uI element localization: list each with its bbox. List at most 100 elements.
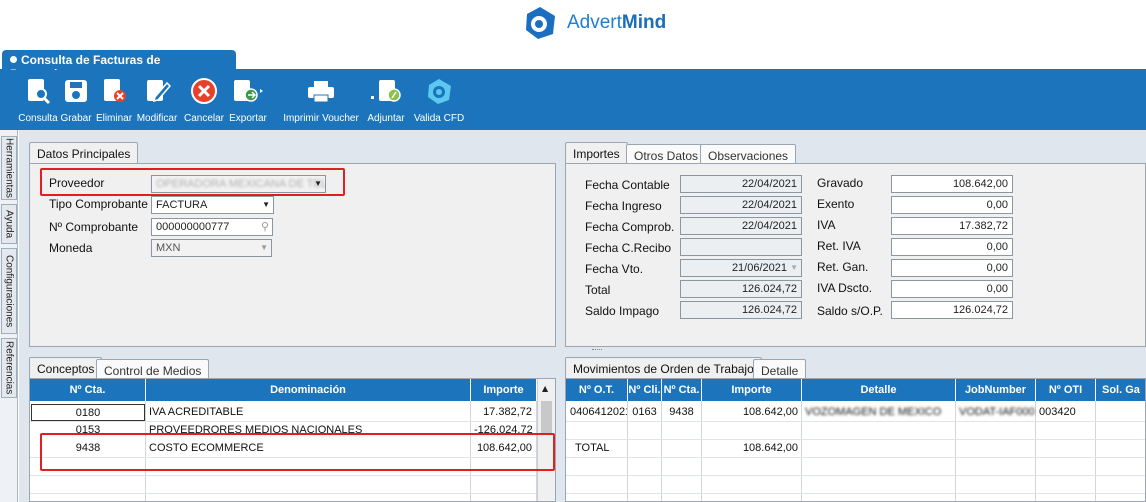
table-cell-imp[interactable]: 17.382,72 <box>471 404 535 421</box>
saldo-op-field[interactable]: 126.024,72 <box>891 301 1013 319</box>
col-header-denominacion[interactable]: Denominación <box>146 379 471 401</box>
moneda-select[interactable]: MXN ▼ <box>151 239 272 257</box>
table-cell-cta[interactable]: 0180 <box>31 404 145 421</box>
edit-icon <box>143 76 171 106</box>
fecha-comprob-label: Fecha Comprob. <box>585 220 675 234</box>
tipo-comprobante-label: Tipo Comprobante <box>49 197 148 211</box>
splitter-handle[interactable] <box>592 349 602 351</box>
gravado-label: Gravado <box>817 176 864 190</box>
total-label: Total <box>585 283 611 297</box>
modificar-button[interactable]: Modificar <box>134 76 180 128</box>
iva-field[interactable]: 17.382,72 <box>891 217 1013 235</box>
table-cell-importe[interactable]: 108.642,00 <box>702 404 801 421</box>
col-header-cta[interactable]: Nº Cta. <box>30 379 146 401</box>
exento-label: Exento <box>817 197 855 211</box>
iva-dscto-label: IVA Dscto. <box>817 281 873 295</box>
chevron-down-icon: ▼ <box>262 200 270 209</box>
table-cell-cli[interactable]: 0163 <box>628 404 661 421</box>
export-icon <box>231 76 265 106</box>
consulta-icon <box>24 76 52 106</box>
fecha-comprob-field[interactable]: 22/04/2021 <box>680 217 802 235</box>
ret-gan-field[interactable]: 0,00 <box>891 259 1013 277</box>
advertmind-logo-icon <box>523 6 557 40</box>
table-cell-ot[interactable]: 0406412021 <box>567 404 627 421</box>
scrollbar-thumb[interactable] <box>541 401 552 433</box>
table-cell-sol[interactable] <box>1096 404 1145 421</box>
saldo-impago-label: Saldo Impago <box>585 304 660 318</box>
iva-label: IVA <box>817 218 836 232</box>
numero-comprobante-input[interactable]: 000000000777 ⚲ <box>151 218 273 236</box>
side-tab-herramientas[interactable]: Herramientas <box>1 136 17 200</box>
side-tab-ayuda[interactable]: Ayuda <box>1 204 17 244</box>
col-header-importe[interactable]: Importe <box>471 379 537 401</box>
col-header-detalle[interactable]: Detalle <box>802 379 956 401</box>
tipo-comprobante-select[interactable]: FACTURA ▼ <box>151 196 274 214</box>
tab-observaciones[interactable]: Observaciones <box>700 144 797 164</box>
table-cell-den[interactable]: IVA ACREDITABLE <box>146 404 466 421</box>
fecha-ingreso-field[interactable]: 22/04/2021 <box>680 196 802 214</box>
delete-doc-icon <box>100 76 128 106</box>
highlight-proveedor <box>40 168 345 196</box>
scroll-up-icon[interactable]: ▲ <box>542 384 548 393</box>
table-cell-cta[interactable]: 9438 <box>662 404 701 421</box>
tab-dot-icon <box>10 56 17 63</box>
table-cell-detalle[interactable]: VOZOMAGEN DE MEXICO <box>802 404 955 421</box>
total-field[interactable]: 126.024,72 <box>680 280 802 298</box>
numero-comprobante-label: Nº Comprobante <box>49 220 139 234</box>
tab-detalle[interactable]: Detalle <box>753 359 807 379</box>
search-icon: ⚲ <box>260 221 269 233</box>
grabar-button[interactable]: Grabar <box>58 76 94 128</box>
tab-movimientos-ot[interactable]: Movimientos de Orden de Trabajo <box>565 357 762 379</box>
side-panel-tabs: Herramientas Ayuda Configuraciones Refer… <box>0 130 18 502</box>
col-header-jobnumber[interactable]: JobNumber <box>956 379 1036 401</box>
toolbar: Consulta Grabar Eliminar Modificar Cance… <box>0 70 1146 130</box>
col-header-cli[interactable]: Nº Cli. <box>628 379 662 401</box>
tab-datos-principales[interactable]: Datos Principales <box>29 142 139 164</box>
exento-field[interactable]: 0,00 <box>891 196 1013 214</box>
movimientos-grid: Nº O.T. Nº Cli. Nº Cta. Importe Detalle … <box>565 378 1146 502</box>
col-header-sol-ga[interactable]: Sol. Ga <box>1096 379 1145 401</box>
imprimir-voucher-button[interactable]: Imprimir Voucher <box>282 76 360 128</box>
printer-icon <box>304 76 338 106</box>
adjuntar-button[interactable]: Adjuntar <box>364 76 408 128</box>
attach-icon <box>369 76 403 106</box>
table-cell-total-importe: 108.642,00 <box>742 442 798 454</box>
fecha-contable-field[interactable]: 22/04/2021 <box>680 175 802 193</box>
importes-panel: Fecha Contable 22/04/2021 Fecha Ingreso … <box>565 163 1146 347</box>
col-header-ot[interactable]: Nº O.T. <box>566 379 628 401</box>
gravado-field[interactable]: 108.642,00 <box>891 175 1013 193</box>
table-cell-imp[interactable]: -126.024,72 <box>471 422 535 433</box>
saldo-impago-field[interactable]: 126.024,72 <box>680 301 802 319</box>
eliminar-button[interactable]: Eliminar <box>94 76 134 128</box>
validate-icon <box>425 76 453 106</box>
table-cell-den[interactable]: PROVEEDRORES MEDIOS NACIONALES <box>146 422 466 433</box>
col-header-importe[interactable]: Importe <box>702 379 802 401</box>
side-tab-configuraciones[interactable]: Configuraciones <box>1 248 17 334</box>
tab-importes[interactable]: Importes <box>565 142 628 164</box>
fecha-vto-field[interactable]: 21/06/2021 ▼ <box>680 259 802 277</box>
brand-logo: AdvertMind <box>523 6 666 40</box>
exportar-button[interactable]: Exportar <box>226 76 270 128</box>
fecha-vto-label: Fecha Vto. <box>585 262 644 276</box>
window-tab[interactable]: Consulta de Facturas de Proveedores <box>2 50 236 81</box>
side-tab-referencias[interactable]: Referencias <box>1 338 17 398</box>
ret-iva-field[interactable]: 0,00 <box>891 238 1013 256</box>
table-cell-cta[interactable]: 0153 <box>30 422 146 433</box>
fecha-crecibo-label: Fecha C.Recibo <box>585 241 672 255</box>
fecha-crecibo-field[interactable] <box>680 238 802 256</box>
fecha-contable-label: Fecha Contable <box>585 178 670 192</box>
col-header-oti[interactable]: Nº OTI <box>1036 379 1096 401</box>
consulta-button[interactable]: Consulta <box>18 76 58 128</box>
valida-cfd-button[interactable]: Valida CFD <box>414 76 464 128</box>
col-header-cta[interactable]: Nº Cta. <box>662 379 702 401</box>
table-cell-jobnumber[interactable]: VODAT-IAF0001 <box>956 404 1035 421</box>
tab-control-medios[interactable]: Control de Medios <box>96 359 210 379</box>
tab-otros-datos[interactable]: Otros Datos <box>626 144 707 164</box>
tab-conceptos[interactable]: Conceptos <box>29 357 103 379</box>
fecha-ingreso-label: Fecha Ingreso <box>585 199 662 213</box>
iva-dscto-field[interactable]: 0,00 <box>891 280 1013 298</box>
cancelar-button[interactable]: Cancelar <box>184 76 224 128</box>
save-icon <box>62 76 90 106</box>
table-cell-oti[interactable]: 003420 <box>1036 404 1095 421</box>
saldo-op-label: Saldo s/O.P. <box>817 304 883 318</box>
